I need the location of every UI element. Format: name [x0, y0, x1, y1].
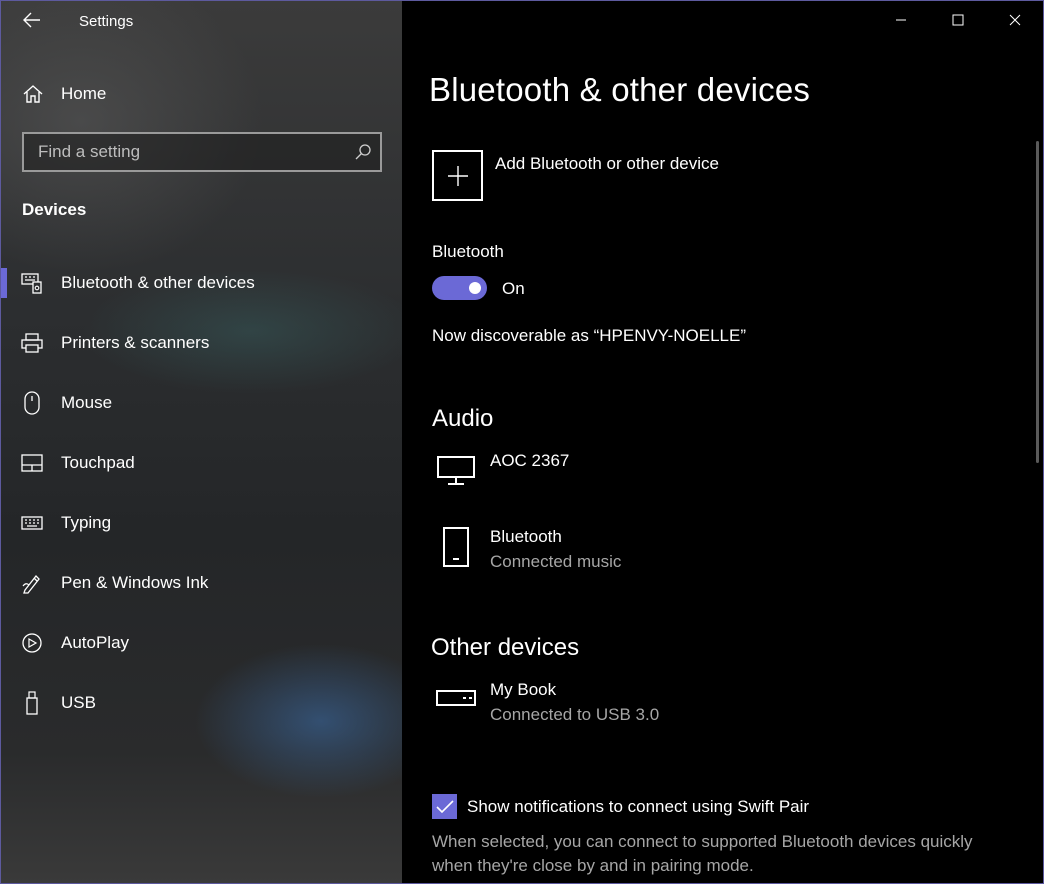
device-name: Bluetooth [490, 527, 562, 546]
sidebar-item-label: Bluetooth & other devices [61, 273, 255, 292]
device-text: My Book Connected to USB 3.0 [490, 678, 659, 728]
home-icon [19, 84, 47, 104]
sidebar-item-label: Pen & Windows Ink [61, 573, 209, 592]
scrollbar[interactable] [1036, 141, 1039, 463]
sidebar-item-label: Printers & scanners [61, 333, 210, 352]
section-label: Devices [22, 200, 87, 219]
bluetooth-label: Bluetooth [432, 242, 504, 261]
checkmark-icon [435, 799, 454, 813]
titlebar-left: Settings [1, 1, 402, 43]
sidebar-item-autoplay[interactable]: AutoPlay [1, 613, 402, 673]
device-my-book[interactable]: My Book Connected to USB 3.0 [432, 678, 659, 728]
search-box[interactable] [22, 132, 382, 172]
back-arrow-icon [23, 12, 41, 33]
swift-pair-description: When selected, you can connect to suppor… [432, 832, 973, 875]
phone-icon [432, 525, 480, 575]
back-button[interactable] [15, 9, 49, 35]
device-status: Connected music [490, 552, 622, 571]
swift-pair-label: Show notifications to connect using Swif… [467, 796, 810, 816]
sidebar-item-usb[interactable]: USB [1, 673, 402, 733]
autoplay-icon [19, 632, 45, 654]
main-panel: Bluetooth & other devices Add Bluetooth … [402, 1, 1043, 883]
device-text: Bluetooth Connected music [490, 525, 621, 575]
swift-pair-option[interactable]: Show notifications to connect using Swif… [432, 794, 809, 819]
drive-icon [432, 678, 480, 728]
sidebar-item-label: Touchpad [61, 453, 135, 472]
bluetooth-state: On [502, 279, 525, 298]
other-devices-section-title: Other devices [431, 634, 580, 661]
bluetooth-devices-icon [19, 272, 45, 294]
touchpad-icon [19, 454, 45, 472]
pen-icon [19, 572, 45, 594]
sidebar-item-label: AutoPlay [61, 633, 130, 652]
device-status: Connected to USB 3.0 [490, 705, 660, 724]
sidebar-item-printers[interactable]: Printers & scanners [1, 313, 402, 373]
printer-icon [19, 332, 45, 354]
device-name: AOC 2367 [490, 451, 570, 470]
bluetooth-toggle[interactable] [432, 276, 487, 300]
device-text: AOC 2367 [490, 449, 569, 485]
maximize-icon [952, 13, 964, 31]
swift-pair-checkbox[interactable] [432, 794, 457, 819]
device-bluetooth-phone[interactable]: Bluetooth Connected music [432, 525, 621, 575]
device-name: My Book [490, 680, 557, 699]
device-aoc[interactable]: AOC 2367 [432, 449, 569, 485]
window-controls [872, 1, 1043, 43]
search-icon[interactable] [346, 143, 380, 161]
sidebar-nav: Bluetooth & other devices Printers & sca… [1, 253, 402, 733]
sidebar-item-typing[interactable]: Typing [1, 493, 402, 553]
sidebar: Settings Home Devices Bluetooth & other … [1, 1, 402, 883]
close-button[interactable] [986, 1, 1043, 43]
usb-icon [19, 691, 45, 715]
sidebar-item-touchpad[interactable]: Touchpad [1, 433, 402, 493]
mouse-icon [19, 391, 45, 415]
plus-icon [432, 150, 483, 201]
discoverable-text: Now discoverable as “HPENVY-NOELLE” [432, 326, 746, 345]
settings-window: Settings Home Devices Bluetooth & other … [0, 0, 1044, 884]
sidebar-item-label: Typing [61, 513, 112, 532]
home-label: Home [61, 84, 107, 103]
monitor-icon [432, 449, 480, 485]
sidebar-item-bluetooth[interactable]: Bluetooth & other devices [1, 253, 402, 313]
sidebar-item-mouse[interactable]: Mouse [1, 373, 402, 433]
minimize-icon [895, 13, 907, 31]
toggle-knob [469, 282, 481, 294]
sidebar-item-label: USB [61, 693, 96, 712]
sidebar-item-pen[interactable]: Pen & Windows Ink [1, 553, 402, 613]
home-nav-item[interactable]: Home [19, 77, 106, 111]
add-device-label: Add Bluetooth or other device [495, 154, 719, 173]
keyboard-icon [19, 515, 45, 531]
search-input[interactable] [24, 142, 346, 162]
app-title: Settings [79, 13, 134, 30]
sidebar-item-label: Mouse [61, 393, 113, 412]
close-icon [1009, 13, 1021, 31]
add-device-button[interactable]: Add Bluetooth or other device [432, 150, 719, 201]
audio-section-title: Audio [432, 405, 494, 432]
page-title: Bluetooth & other devices [429, 71, 811, 108]
minimize-button[interactable] [872, 1, 929, 43]
maximize-button[interactable] [929, 1, 986, 43]
